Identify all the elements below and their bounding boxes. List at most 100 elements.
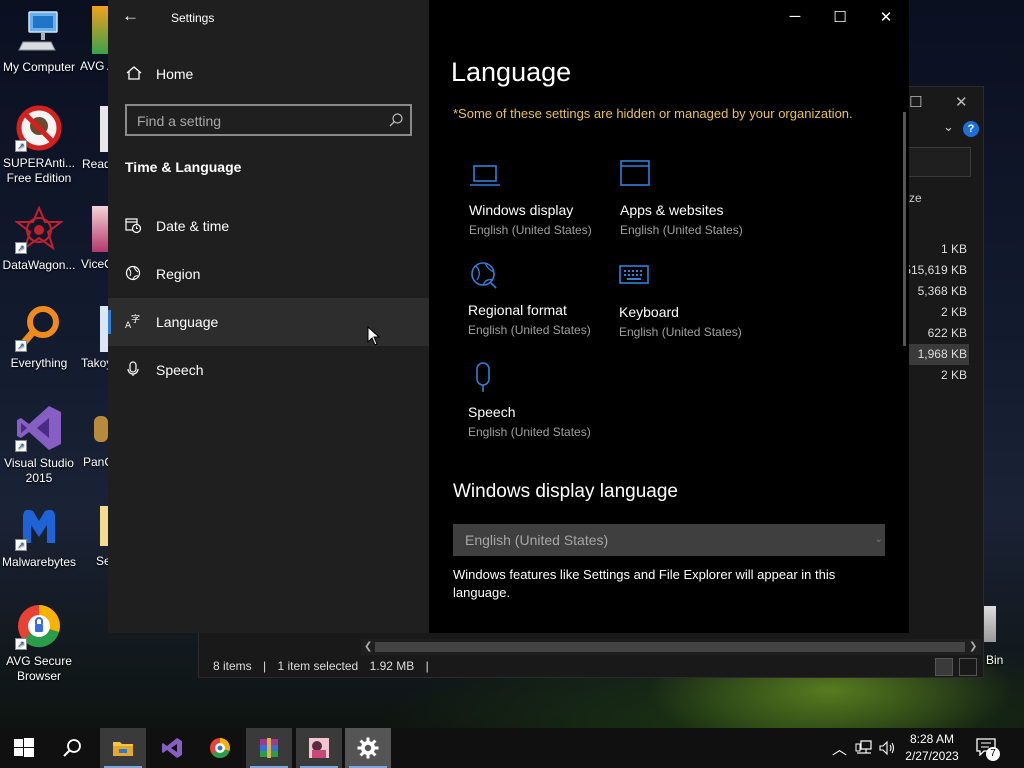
shortcut-arrow-icon: ↗ (15, 638, 27, 650)
visual-studio-icon: ↗ (15, 404, 63, 452)
partial-icon-avg[interactable] (92, 6, 108, 54)
status-separator: | (425, 659, 429, 673)
settings-window[interactable]: ← Settings Home Find a setting Time & La… (108, 0, 909, 633)
file-size-cell[interactable]: 2 KB (899, 302, 969, 323)
nav-item-region[interactable]: Region (108, 250, 429, 298)
file-explorer-icon (113, 742, 133, 756)
search-icon[interactable] (389, 113, 403, 127)
details-view-icon[interactable] (935, 658, 953, 676)
nav-item-label: Region (156, 266, 201, 282)
date-time-icon (125, 218, 141, 233)
tile-subtitle: English (United States) (469, 223, 592, 237)
notification-count-badge: 7 (986, 747, 1000, 761)
large-icons-view-icon[interactable] (959, 658, 977, 676)
taskbar: ︿ 8:28 AM 2/27/2023 7 (0, 728, 1024, 768)
title-bar: ← Settings (108, 0, 429, 36)
file-size-cell[interactable]: 515,619 KB (899, 260, 969, 281)
recycle-bin-icon[interactable] (984, 606, 996, 642)
desktop-icon-my-computer[interactable]: My Computer (1, 8, 77, 75)
nav-item-speech[interactable]: Speech (108, 346, 429, 394)
display-language-dropdown[interactable]: English (United States) ⌄ (453, 524, 885, 556)
search-button[interactable] (50, 728, 96, 768)
start-button[interactable] (1, 728, 47, 768)
superantispyware-icon: ↗ (15, 104, 63, 152)
chevron-down-icon[interactable]: ⌄ (943, 119, 954, 135)
maximize-icon[interactable]: ☐ (909, 93, 922, 111)
taskbar-winrar[interactable] (246, 728, 292, 768)
selection-size: 1.92 MB (369, 659, 415, 673)
taskbar-settings[interactable] (345, 728, 391, 768)
minimize-icon[interactable]: ─ (785, 8, 805, 25)
language-icon: A 字 (125, 313, 140, 329)
window-icon (620, 160, 650, 186)
region-globe-icon (125, 265, 141, 281)
desktop-icon-label: Everything (10, 356, 68, 370)
nav-home[interactable]: Home (108, 54, 429, 94)
winrar-icon (260, 738, 278, 758)
file-size-cell[interactable]: 2 KB (899, 365, 969, 386)
nav-item-label: Date & time (156, 218, 230, 234)
horizontal-scrollbar[interactable]: ❮ ❯ (361, 639, 981, 655)
back-arrow-icon[interactable]: ← (122, 6, 139, 26)
partial-icon-se[interactable] (100, 506, 108, 546)
section-title: Time & Language (125, 159, 242, 175)
tile-subtitle: English (United States) (468, 323, 591, 337)
taskbar-file-explorer[interactable] (100, 728, 146, 768)
scrollbar-thumb[interactable] (375, 642, 965, 652)
tile-subtitle: English (United States) (468, 425, 591, 439)
nav-item-date-time[interactable]: Date & time (108, 202, 429, 250)
maximize-icon[interactable]: ☐ (830, 8, 850, 26)
active-indicator (108, 310, 111, 334)
volume-icon[interactable] (879, 740, 897, 756)
regional-format-icon (471, 262, 497, 289)
partial-icon-takoy[interactable] (100, 306, 108, 352)
show-hidden-icons[interactable]: ︿ (832, 738, 847, 768)
partial-label-read: Read (82, 157, 111, 171)
search-box[interactable] (907, 147, 971, 177)
desktop-icon-label: Visual Studio 2015 (4, 456, 74, 485)
desktop-icon-visual-studio[interactable]: ↗ Visual Studio 2015 (1, 404, 77, 486)
selection-count: 1 item selected (277, 659, 359, 673)
mouse-cursor-icon (367, 326, 381, 346)
svg-text:字: 字 (131, 313, 140, 325)
microphone-icon (127, 361, 139, 376)
taskbar-avg-browser[interactable] (197, 728, 243, 768)
column-header-size[interactable]: ze (909, 191, 922, 205)
nav-item-label: Language (156, 314, 219, 330)
microphone-icon (476, 362, 490, 392)
status-bar: 8 items | 1 item selected 1.92 MB | (199, 655, 983, 677)
display-language-heading: Windows display language (453, 481, 678, 502)
file-size-cell[interactable]: 5,368 KB (899, 281, 969, 302)
partial-icon-read[interactable] (100, 106, 108, 152)
clock-time: 8:28 AM (909, 732, 955, 746)
find-setting-input[interactable]: Find a setting (125, 104, 412, 136)
chevron-down-icon: ⌄ (874, 534, 883, 545)
system-clock[interactable]: 8:28 AM 2/27/2023 (900, 731, 964, 765)
tile-title: Speech (468, 404, 516, 420)
recycle-bin-label: Bin (986, 653, 1004, 667)
taskbar-photo-app[interactable] (296, 728, 342, 768)
photo-app-icon (309, 738, 329, 758)
file-size-cell[interactable]: 622 KB (899, 323, 969, 344)
item-count: 8 items (213, 659, 252, 673)
desktop-icon-datawagon[interactable]: ↗ DataWagon... (1, 205, 77, 273)
desktop-icon-superantispyware[interactable]: ↗ SUPERAnti... Free Edition (1, 104, 77, 186)
desktop-icon-avg-browser[interactable]: ↗ AVG Secure Browser (1, 602, 77, 684)
desktop-icon-malwarebytes[interactable]: ↗ Malwarebytes (1, 503, 77, 570)
taskbar-visual-studio[interactable] (149, 728, 195, 768)
close-icon[interactable]: ✕ (876, 8, 896, 26)
file-size-cell[interactable]: 1 KB (899, 239, 969, 260)
clock-date: 2/27/2023 (905, 749, 959, 763)
status-separator: | (263, 659, 267, 673)
partial-icon-panc[interactable] (94, 416, 108, 442)
datawagon-icon: ↗ (14, 205, 64, 254)
help-icon[interactable]: ? (963, 121, 979, 137)
file-size-cell-selected[interactable]: 1,968 KB (899, 344, 969, 365)
close-icon[interactable]: ✕ (955, 93, 968, 111)
network-icon[interactable] (855, 740, 873, 756)
partial-icon-vicec[interactable] (92, 206, 108, 252)
desktop-icon-everything[interactable]: ↗ Everything (1, 304, 77, 371)
vertical-scrollbar[interactable] (903, 112, 906, 346)
scroll-left-icon[interactable]: ❮ (364, 639, 372, 655)
scroll-right-icon[interactable]: ❯ (969, 639, 977, 655)
